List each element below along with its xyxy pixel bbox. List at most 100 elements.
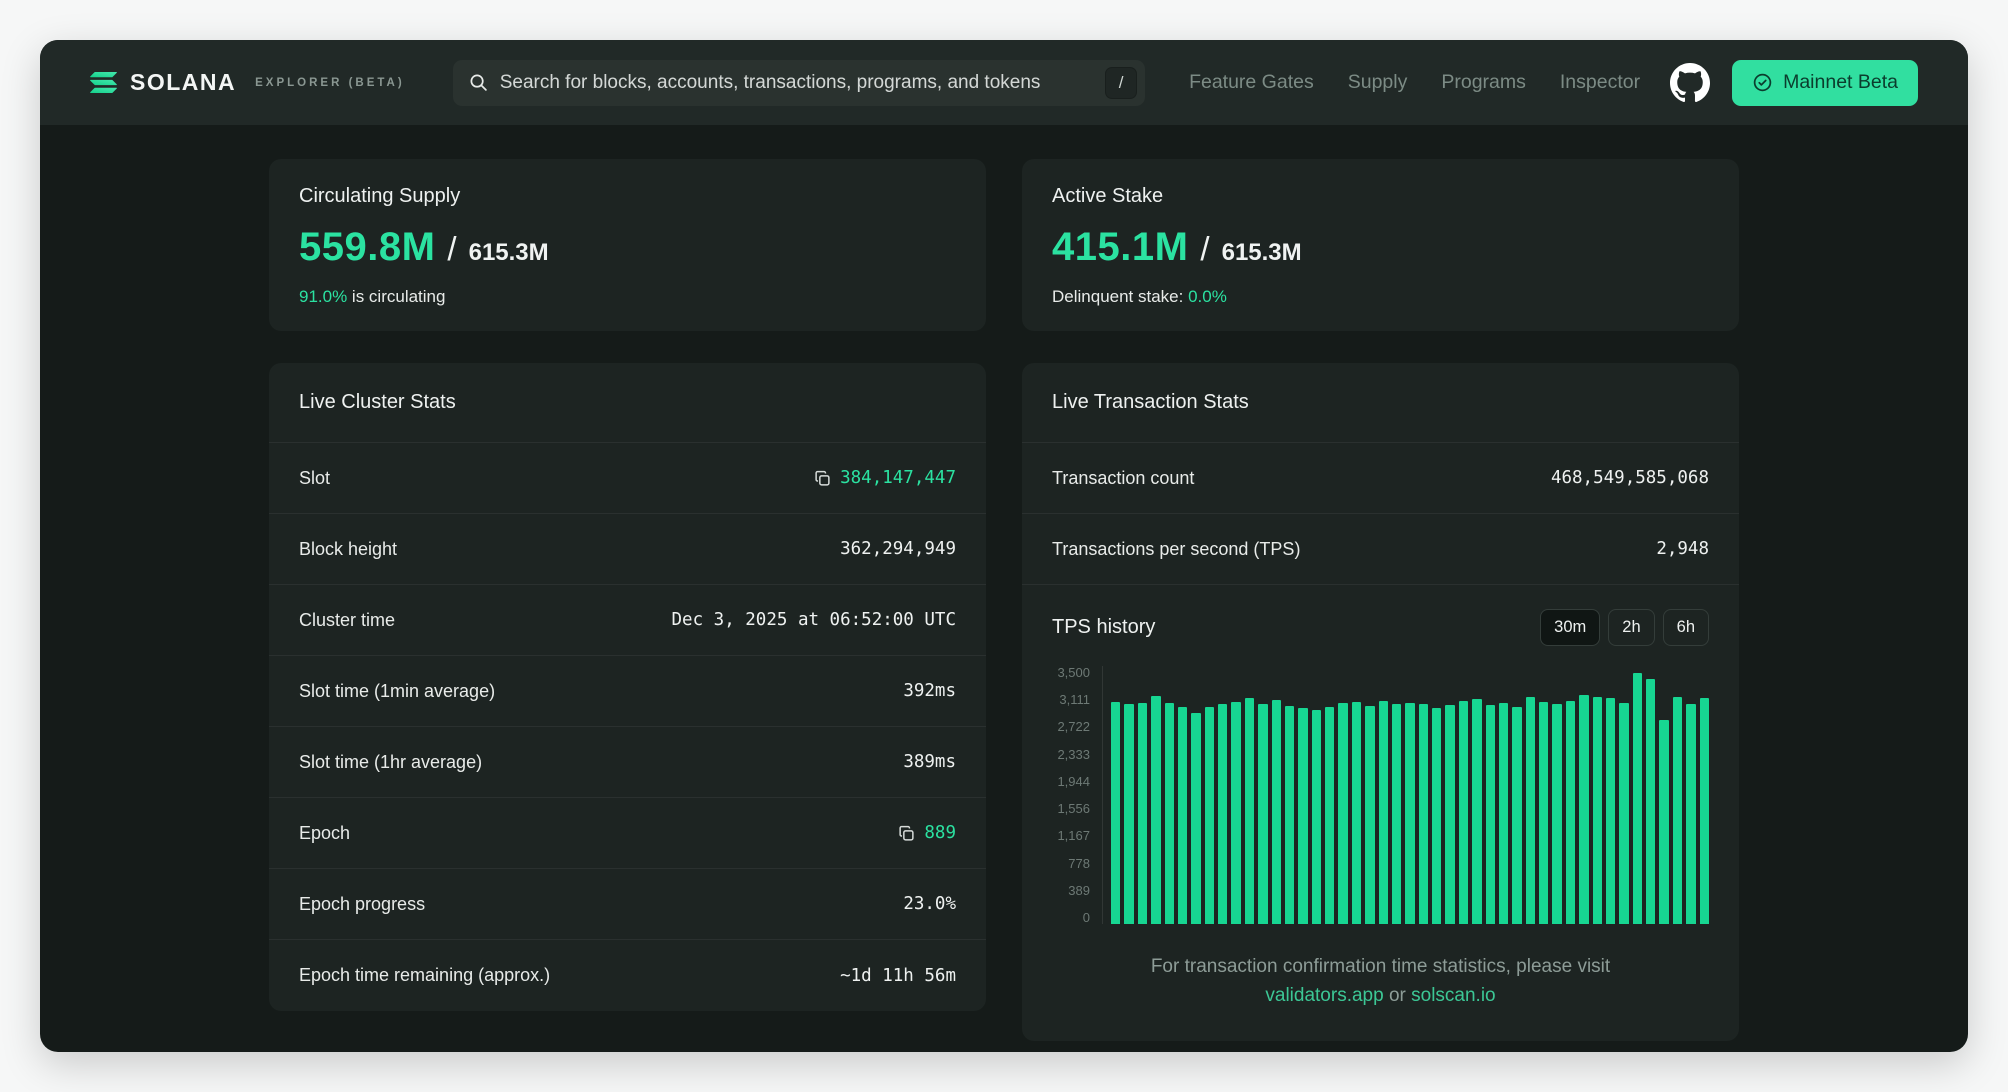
y-axis-tick: 778	[1036, 857, 1090, 870]
nav-link-supply[interactable]: Supply	[1348, 71, 1408, 94]
tps-range-6h[interactable]: 6h	[1663, 609, 1709, 646]
tps-bar	[1191, 713, 1200, 924]
stat-row-label: Block height	[299, 539, 397, 560]
card-title: Live Cluster Stats	[299, 391, 456, 414]
search-bar[interactable]: /	[453, 60, 1145, 106]
circulating-supply-value: 559.8M	[299, 225, 435, 270]
tps-bar	[1700, 698, 1709, 924]
copy-icon[interactable]	[814, 470, 831, 487]
tps-bar	[1272, 700, 1281, 924]
tps-bar	[1405, 703, 1414, 925]
tps-bar	[1633, 673, 1642, 924]
stat-row-value[interactable]: 889	[898, 823, 956, 843]
tps-bar	[1526, 697, 1535, 924]
tps-bar	[1419, 704, 1428, 924]
stat-row: Epoch889	[269, 798, 986, 869]
tps-bar	[1205, 707, 1214, 924]
stat-row-label: Slot time (1min average)	[299, 681, 495, 702]
transaction-stats-footer: For transaction confirmation time statis…	[1022, 928, 1739, 1041]
circulating-supply-card: Circulating Supply 559.8M / 615.3M 91.0%…	[269, 159, 986, 331]
tps-bar	[1325, 707, 1334, 924]
stat-row-label: Transaction count	[1052, 468, 1194, 489]
tps-bar	[1338, 703, 1347, 924]
tps-range-30m[interactable]: 30m	[1540, 609, 1600, 646]
tps-bar	[1499, 703, 1508, 924]
tps-bar	[1686, 704, 1695, 924]
tps-bar	[1379, 701, 1388, 924]
tps-bar	[1619, 703, 1628, 924]
y-axis-tick: 1,944	[1036, 775, 1090, 788]
stake-values: 415.1M / 615.3M	[1052, 225, 1709, 270]
brand-name: SOLANA	[130, 69, 236, 96]
card-title: Live Transaction Stats	[1052, 391, 1249, 414]
chart-bars	[1102, 666, 1709, 924]
navbar: SOLANA EXPLORER (BETA) / Feature Gates Su…	[40, 40, 1968, 125]
cluster-select-button[interactable]: Mainnet Beta	[1732, 60, 1918, 106]
cluster-stats-rows: Slot384,147,447Block height362,294,949Cl…	[269, 443, 986, 1011]
stat-row-value: 468,549,585,068	[1551, 468, 1709, 488]
tps-bar	[1646, 679, 1655, 924]
tps-bar	[1258, 704, 1267, 924]
stat-row: Epoch time remaining (approx.)~1d 11h 56…	[269, 940, 986, 1011]
tps-bar	[1245, 698, 1254, 924]
tps-bar	[1593, 697, 1602, 924]
stat-row: Transaction count 468,549,585,068	[1022, 443, 1739, 514]
card-title: Active Stake	[1052, 185, 1709, 208]
tps-bar	[1352, 702, 1361, 924]
tps-bar	[1659, 720, 1668, 924]
y-axis-tick: 389	[1036, 884, 1090, 897]
value-separator: /	[1200, 230, 1209, 268]
tps-bar	[1606, 698, 1615, 924]
nav-link-programs[interactable]: Programs	[1441, 71, 1526, 94]
solscan-link[interactable]: solscan.io	[1411, 985, 1496, 1006]
tps-bar	[1231, 702, 1240, 924]
tps-bar	[1285, 706, 1294, 924]
stat-row-value: Dec 3, 2025 at 06:52:00 UTC	[672, 610, 956, 630]
y-axis-tick: 1,556	[1036, 802, 1090, 815]
tps-bar	[1486, 705, 1495, 924]
tps-bar	[1312, 710, 1321, 924]
stake-footnote: Delinquent stake: 0.0%	[1052, 287, 1709, 307]
chart-yaxis: 3,5003,1112,7222,3331,9441,5561,16777838…	[1036, 666, 1102, 924]
total-stake-value: 615.3M	[1222, 239, 1302, 267]
app-window: SOLANA EXPLORER (BETA) / Feature Gates Su…	[40, 40, 1968, 1052]
active-stake-card: Active Stake 415.1M / 615.3M Delinquent …	[1022, 159, 1739, 331]
stat-row-value: ~1d 11h 56m	[840, 966, 956, 986]
tps-range-2h[interactable]: 2h	[1608, 609, 1654, 646]
tps-history-header: TPS history 30m2h6h	[1022, 585, 1739, 664]
stat-row: Slot time (1hr average)389ms	[269, 727, 986, 798]
copy-icon[interactable]	[898, 825, 915, 842]
tps-bar	[1178, 707, 1187, 924]
tps-range-buttons: 30m2h6h	[1540, 609, 1709, 646]
stat-row-value: 392ms	[903, 681, 956, 701]
tps-bar	[1566, 701, 1575, 924]
stat-row: Epoch progress23.0%	[269, 869, 986, 940]
nav-link-inspector[interactable]: Inspector	[1560, 71, 1640, 94]
nav-link-feature-gates[interactable]: Feature Gates	[1189, 71, 1314, 94]
tps-history-label: TPS history	[1052, 616, 1155, 639]
tps-bar	[1512, 707, 1521, 924]
brand[interactable]: SOLANA EXPLORER (BETA)	[90, 69, 405, 96]
y-axis-tick: 2,333	[1036, 748, 1090, 761]
tps-bar	[1151, 696, 1160, 924]
stat-row-label: Cluster time	[299, 610, 395, 631]
tps-bar	[1298, 708, 1307, 924]
stat-row: Slot time (1min average) 392ms	[269, 656, 986, 727]
card-title: Circulating Supply	[299, 185, 956, 208]
tps-bar	[1432, 708, 1441, 924]
y-axis-tick: 1,167	[1036, 829, 1090, 842]
stat-row: Slot384,147,447	[269, 443, 986, 514]
stat-row-value[interactable]: 384,147,447	[814, 468, 956, 488]
page-background: SOLANA EXPLORER (BETA) / Feature Gates Su…	[0, 0, 2008, 1092]
tps-chart: 3,5003,1112,7222,3331,9441,5561,16777838…	[1022, 664, 1739, 928]
tps-bar	[1365, 706, 1374, 924]
tps-bar	[1673, 697, 1682, 924]
search-input[interactable]	[500, 72, 1093, 94]
tps-bar	[1124, 704, 1133, 924]
validators-app-link[interactable]: validators.app	[1265, 985, 1383, 1006]
y-axis-tick: 3,500	[1036, 666, 1090, 679]
supply-footnote: 91.0% is circulating	[299, 287, 956, 307]
active-stake-value: 415.1M	[1052, 225, 1188, 270]
tps-bar	[1472, 699, 1481, 924]
github-icon[interactable]	[1670, 63, 1710, 103]
